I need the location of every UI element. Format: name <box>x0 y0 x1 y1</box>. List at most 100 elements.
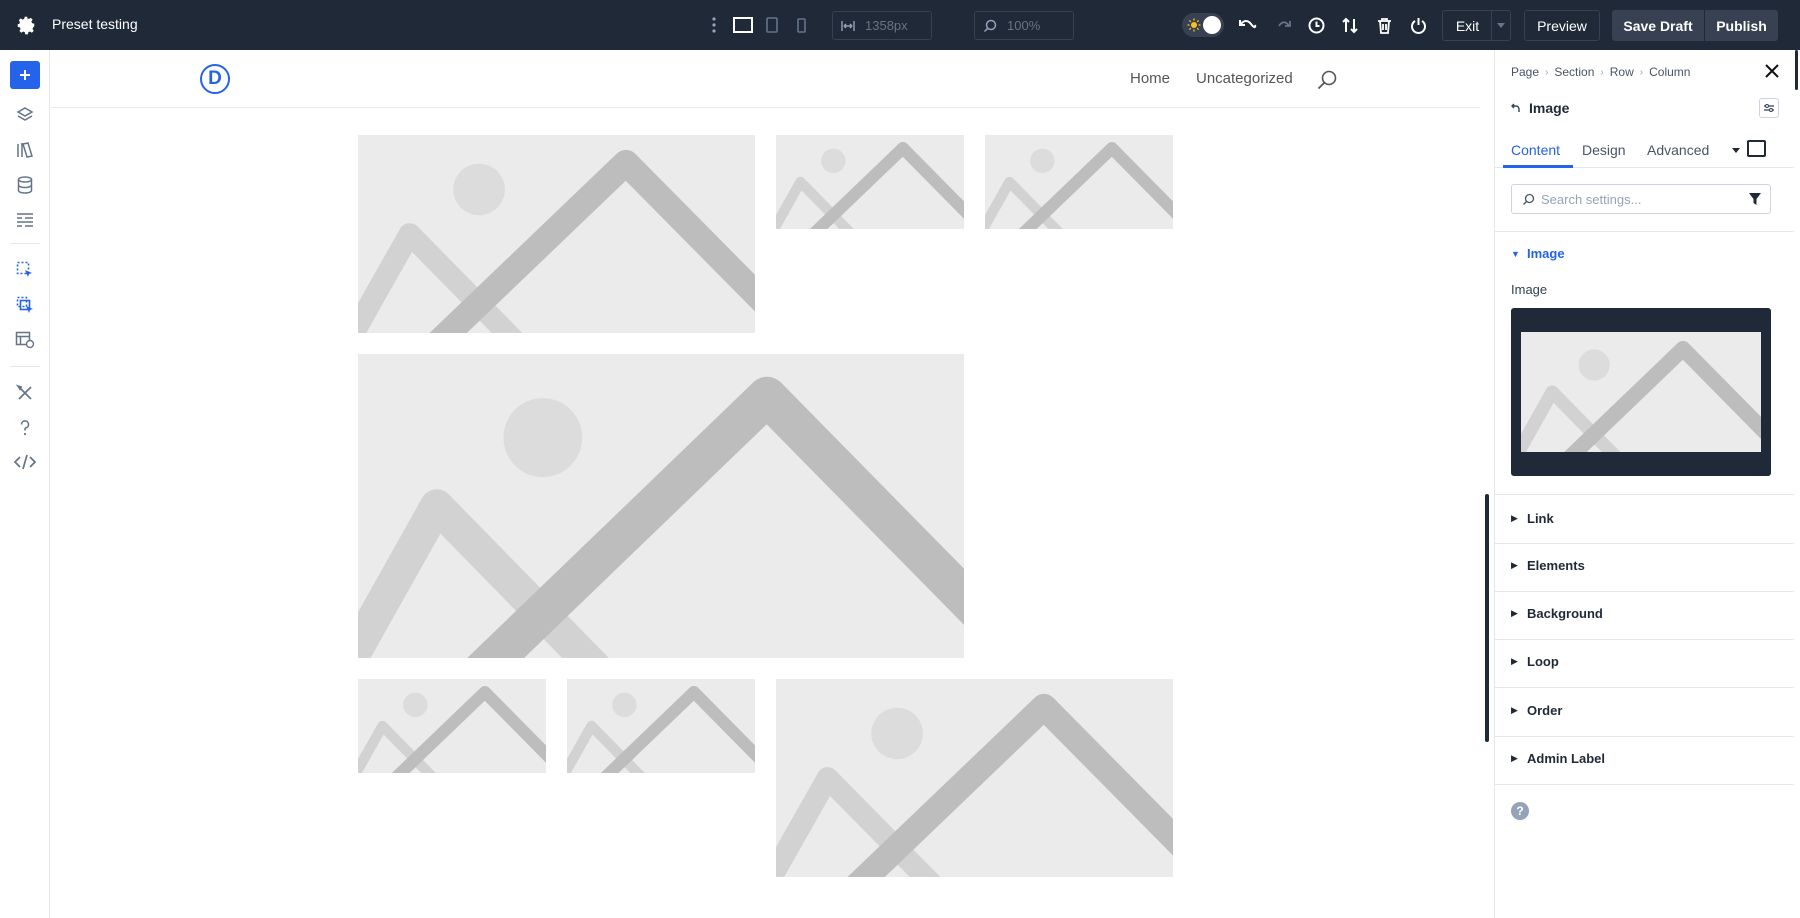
layers-icon[interactable] <box>13 103 37 127</box>
section-label: Admin Label <box>1527 751 1606 766</box>
zoom-field[interactable]: 100% <box>974 11 1074 40</box>
site-logo[interactable]: D <box>200 64 230 94</box>
image-placeholder[interactable] <box>567 679 755 773</box>
multi-select-icon[interactable] <box>13 293 37 317</box>
placeholder-sun <box>871 707 923 760</box>
caret-right-icon: ▶ <box>1511 560 1518 570</box>
publish-button[interactable]: Publish <box>1705 10 1778 41</box>
image-upload-field[interactable] <box>1511 308 1771 476</box>
chevron-right-icon: › <box>1639 66 1644 78</box>
theme-toggle[interactable] <box>1182 13 1224 37</box>
save-draft-label: Save Draft <box>1623 17 1693 34</box>
filter-icon[interactable] <box>1748 192 1762 206</box>
exit-dropdown-button[interactable] <box>1491 10 1511 41</box>
placeholder-image-icon <box>776 142 964 229</box>
section-loop-toggle[interactable]: ▶ Loop <box>1511 654 1559 669</box>
placeholder-sun <box>403 692 428 718</box>
section-image-toggle[interactable]: ▼ Image <box>1511 246 1565 261</box>
breadcrumb-section[interactable]: Section <box>1554 65 1594 79</box>
history-clock-icon[interactable] <box>1306 15 1326 35</box>
nav-link-uncategorized[interactable]: Uncategorized <box>1196 70 1293 87</box>
caret-right-icon: ▶ <box>1511 608 1518 618</box>
width-arrows-icon <box>841 20 855 31</box>
image-placeholder[interactable] <box>985 135 1173 229</box>
page-settings-icon[interactable] <box>13 328 37 352</box>
click-select-icon[interactable] <box>13 258 37 282</box>
breadcrumb-column[interactable]: Column <box>1649 65 1690 79</box>
breadcrumb-page[interactable]: Page <box>1511 65 1539 79</box>
placeholder-sun <box>821 148 846 174</box>
desktop-view-icon[interactable] <box>732 15 754 35</box>
layout-list-icon[interactable] <box>13 208 37 232</box>
nav-link-home[interactable]: Home <box>1130 70 1170 87</box>
image-field-label: Image <box>1511 282 1548 297</box>
save-draft-button[interactable]: Save Draft <box>1612 10 1704 41</box>
divider <box>1495 687 1795 688</box>
search-icon[interactable] <box>1316 69 1338 91</box>
top-bar: Preset testing 1358px 100% Exit Preview … <box>0 0 1800 50</box>
section-order-toggle[interactable]: ▶ Order <box>1511 703 1562 718</box>
trash-icon[interactable] <box>1374 15 1394 35</box>
settings-search-input[interactable]: Search settings... <box>1511 184 1771 214</box>
preview-label: Preview <box>1537 17 1587 34</box>
code-icon[interactable] <box>13 450 37 474</box>
placeholder-image-icon <box>358 376 964 658</box>
section-link-toggle[interactable]: ▶ Link <box>1511 511 1554 526</box>
preset-box-icon[interactable] <box>1747 140 1766 157</box>
image-placeholder[interactable] <box>776 679 1173 877</box>
phone-view-icon[interactable] <box>794 16 808 34</box>
database-icon[interactable] <box>13 173 37 197</box>
help-question-icon[interactable] <box>13 416 37 440</box>
sun-icon <box>1187 18 1201 32</box>
redo-icon[interactable] <box>1272 15 1292 35</box>
back-arrow-icon[interactable] <box>1511 103 1521 113</box>
caret-down-icon[interactable] <box>1731 145 1741 155</box>
canvas-scrollbar[interactable] <box>1485 494 1489 742</box>
chevron-right-icon: › <box>1600 66 1604 78</box>
divider <box>1495 639 1795 640</box>
caret-right-icon: ▶ <box>1511 753 1518 763</box>
tab-content[interactable]: Content <box>1511 142 1560 158</box>
library-icon[interactable] <box>13 138 37 162</box>
plus-icon <box>20 70 30 80</box>
image-placeholder[interactable] <box>358 354 964 658</box>
add-module-button[interactable] <box>10 61 40 89</box>
breadcrumb-row[interactable]: Row <box>1610 65 1634 79</box>
divider <box>1495 736 1795 737</box>
left-toolbar <box>0 50 50 918</box>
publish-label: Publish <box>1716 17 1767 34</box>
help-symbol: ? <box>1516 804 1524 818</box>
active-tab-indicator <box>1503 165 1573 168</box>
section-label: Background <box>1527 606 1603 621</box>
section-elements-toggle[interactable]: ▶ Elements <box>1511 558 1585 573</box>
sort-arrows-icon[interactable] <box>1340 15 1360 35</box>
tools-icon[interactable] <box>13 381 37 405</box>
panel-scrollbar[interactable] <box>1794 50 1800 918</box>
section-image-label: Image <box>1527 246 1565 261</box>
scrollbar-thumb[interactable] <box>1795 50 1798 90</box>
placeholder-sun <box>1578 349 1610 381</box>
preview-button[interactable]: Preview <box>1524 10 1600 41</box>
section-background-toggle[interactable]: ▶ Background <box>1511 606 1603 621</box>
tab-advanced[interactable]: Advanced <box>1647 142 1709 158</box>
canvas-width-field[interactable]: 1358px <box>832 11 932 40</box>
more-vertical-icon[interactable] <box>710 14 718 36</box>
tablet-view-icon[interactable] <box>764 15 780 35</box>
image-placeholder[interactable] <box>358 135 755 333</box>
settings-gear-icon[interactable] <box>15 14 37 36</box>
image-placeholder[interactable] <box>776 135 964 229</box>
element-title: Image <box>1511 100 1569 116</box>
caret-right-icon: ▶ <box>1511 656 1518 666</box>
image-placeholder[interactable] <box>358 679 546 773</box>
power-icon[interactable] <box>1408 15 1428 35</box>
help-icon[interactable]: ? <box>1511 802 1529 820</box>
tab-design[interactable]: Design <box>1582 142 1626 158</box>
caret-down-icon: ▼ <box>1511 248 1520 259</box>
divider <box>1495 784 1795 785</box>
close-icon[interactable] <box>1763 62 1781 80</box>
section-admin-label-toggle[interactable]: ▶ Admin Label <box>1511 751 1605 766</box>
exit-button[interactable]: Exit <box>1442 10 1492 41</box>
undo-icon[interactable] <box>1238 15 1258 35</box>
panel-options-icon[interactable] <box>1759 98 1779 118</box>
section-label: Order <box>1527 703 1563 718</box>
